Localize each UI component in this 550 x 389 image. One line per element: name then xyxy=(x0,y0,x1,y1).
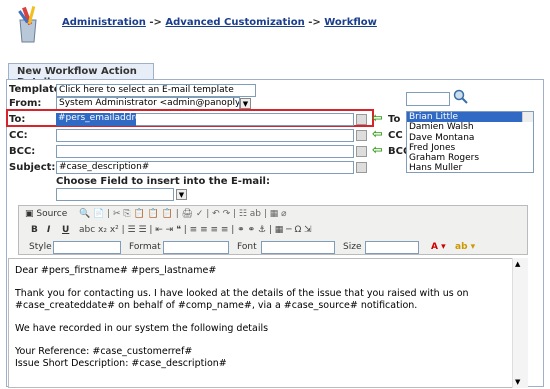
to-label: To: xyxy=(9,114,26,125)
list-item[interactable]: Brian Little xyxy=(407,112,533,123)
arrow-left-icon[interactable]: ⇦ xyxy=(372,112,383,125)
source-button[interactable]: ▣ Source xyxy=(25,207,67,221)
bcc-edit-icon[interactable] xyxy=(356,146,367,157)
user-search-input[interactable] xyxy=(406,92,450,106)
chevron-down-icon[interactable]: ▼ xyxy=(240,98,251,109)
list-item[interactable]: Graham Rogers xyxy=(407,153,533,163)
toolbar-row-1: ▣ Source 🔍 📄 | ✂ ⎘ 📋 📋 📋 | 🖨 ✓ | ↶ ↷ | ☷… xyxy=(19,207,527,223)
size-label: Size xyxy=(343,242,362,252)
cc-add-button[interactable]: CC xyxy=(388,130,403,141)
breadcrumb-separator: -> xyxy=(149,17,162,28)
to-field[interactable]: #pers_emailaddress# xyxy=(56,113,136,126)
body-paragraph: We have recorded in our system the follo… xyxy=(15,323,269,334)
format-label: Format xyxy=(129,242,161,252)
italic-button[interactable]: I xyxy=(47,223,50,237)
from-label: From: xyxy=(9,98,42,109)
breadcrumb-advanced-customization[interactable]: Advanced Customization xyxy=(165,17,304,28)
choose-field-label: Choose Field to insert into the E-mail: xyxy=(56,176,270,187)
cc-edit-icon[interactable] xyxy=(356,130,367,141)
style-label: Style xyxy=(29,242,52,252)
background-color-icon[interactable]: ab ▾ xyxy=(455,240,475,254)
body-paragraph: Dear #pers_firstname# #pers_lastname# xyxy=(15,265,217,276)
subject-label: Subject: xyxy=(9,162,56,173)
toolbar-row-2: B I U abc x₂ x² | ☰ ☰ | ⇤ ⇥ ❝ | ≡ ≡ ≡ ≡ … xyxy=(19,223,527,239)
editor-toolbar: ▣ Source 🔍 📄 | ✂ ⎘ 📋 📋 📋 | 🖨 ✓ | ↶ ↷ | ☷… xyxy=(18,205,528,255)
toolbar-icons-row-2[interactable]: abc x₂ x² | ☰ ☰ | ⇤ ⇥ ❝ | ≡ ≡ ≡ ≡ | ⚭ ⚭ … xyxy=(79,223,312,237)
toolbar-icons-row-1[interactable]: 🔍 📄 | ✂ ⎘ 📋 📋 📋 | 🖨 ✓ | ↶ ↷ | ☷ ab | ▦ ⌀ xyxy=(79,207,287,221)
list-item[interactable]: Hans Muller xyxy=(407,163,533,173)
list-item[interactable]: Damien Walsh xyxy=(407,122,533,132)
breadcrumb-administration[interactable]: Administration xyxy=(62,17,146,28)
breadcrumb-workflow[interactable]: Workflow xyxy=(324,17,377,28)
search-icon[interactable] xyxy=(453,89,469,108)
underline-button[interactable]: U xyxy=(62,223,69,237)
body-paragraph: Thank you for contacting us. I have look… xyxy=(15,288,469,311)
to-add-button[interactable]: To xyxy=(388,114,400,125)
bcc-label: BCC: xyxy=(9,146,36,157)
choose-field-select[interactable] xyxy=(56,188,174,201)
scroll-up-icon[interactable]: ▲ xyxy=(515,260,520,268)
breadcrumb: Administration -> Advanced Customization… xyxy=(62,17,377,28)
list-item[interactable]: Dave Montana xyxy=(407,133,533,143)
to-field-rest[interactable] xyxy=(136,113,354,126)
body-paragraph: Your Reference: #case_customerref# Issue… xyxy=(15,346,227,369)
cc-field[interactable] xyxy=(56,129,354,142)
list-item[interactable]: Fred Jones xyxy=(407,143,533,153)
chevron-down-icon[interactable]: ▼ xyxy=(176,189,187,200)
toolbar-row-3: Style Format Font Size A ▾ ab ▾ xyxy=(19,240,527,256)
email-body-editor[interactable]: Dear #pers_firstname# #pers_lastname# Th… xyxy=(8,258,528,388)
scroll-down-icon[interactable]: ▼ xyxy=(515,378,520,386)
bold-button[interactable]: B xyxy=(31,223,38,237)
text-color-icon[interactable]: A ▾ xyxy=(431,240,446,254)
breadcrumb-separator: -> xyxy=(308,17,321,28)
arrow-left-icon[interactable]: ⇦ xyxy=(372,128,383,141)
user-list-scrollbar[interactable] xyxy=(522,112,533,123)
font-label: Font xyxy=(237,242,257,252)
font-select[interactable] xyxy=(261,241,335,254)
format-select[interactable] xyxy=(163,241,229,254)
cc-label: CC: xyxy=(9,130,28,141)
user-list[interactable]: Brian Little Damien Walsh Dave Montana F… xyxy=(406,111,534,173)
tab-new-workflow-action-details[interactable]: New Workflow Action Details xyxy=(8,63,154,88)
editor-scrollbar[interactable]: ▲ ▼ xyxy=(512,258,528,388)
source-label: Source xyxy=(36,209,68,219)
workflow-icon xyxy=(8,4,48,44)
size-select[interactable] xyxy=(365,241,419,254)
template-select[interactable]: Click here to select an E-mail template xyxy=(56,84,256,97)
arrow-left-icon[interactable]: ⇦ xyxy=(372,144,383,157)
bcc-field[interactable] xyxy=(56,145,354,158)
subject-field[interactable]: #case_description# xyxy=(56,161,354,174)
to-edit-icon[interactable] xyxy=(356,114,367,125)
subject-edit-icon[interactable] xyxy=(356,162,367,173)
style-select[interactable] xyxy=(53,241,121,254)
